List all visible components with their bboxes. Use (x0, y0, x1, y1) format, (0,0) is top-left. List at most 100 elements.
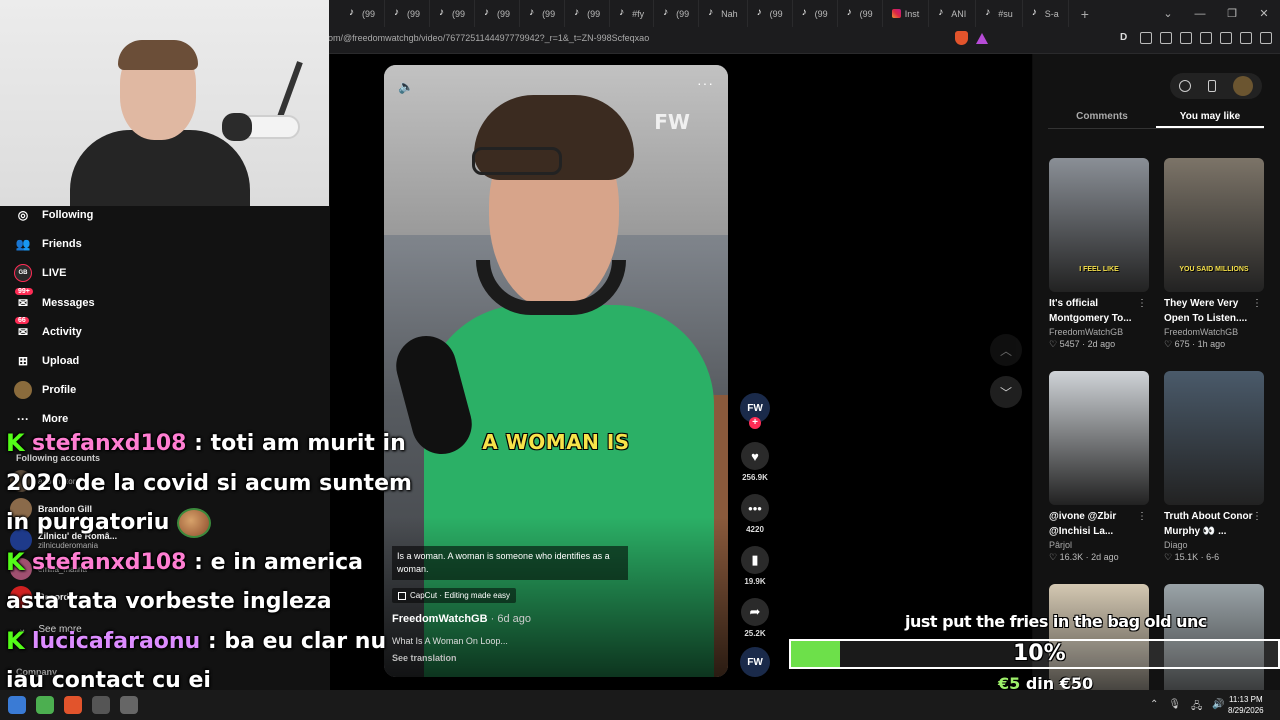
sound-avatar[interactable]: FW (740, 647, 770, 677)
browser-tab[interactable]: Nah (699, 0, 748, 27)
tab-comments[interactable]: Comments (1048, 105, 1156, 128)
browser-tab[interactable]: S-a (1023, 0, 1069, 27)
sidebar-icon[interactable] (1180, 32, 1192, 44)
brave-rewards-icon[interactable] (976, 32, 988, 44)
network-icon[interactable]: 🖧 (1191, 699, 1202, 716)
device-icon[interactable] (1207, 80, 1216, 92)
previous-video-button[interactable]: ︿ (990, 334, 1022, 366)
volume-tray-icon[interactable]: 🔊 (1212, 699, 1224, 716)
browser-tab[interactable]: Inst (883, 0, 930, 27)
bookmark-icon[interactable]: ▮ (741, 546, 769, 574)
chrome-icon[interactable] (36, 696, 54, 714)
share-arrow-icon[interactable]: ➦ (741, 598, 769, 626)
video-description[interactable]: What Is A Woman On Loop... (392, 636, 508, 646)
browser-tab[interactable]: ANI (929, 0, 977, 27)
minimize-icon[interactable]: — (1184, 8, 1216, 20)
comment-icon[interactable]: ••• (741, 494, 769, 522)
card-title[interactable]: Truth About Conor Murphy 👀 ... (1164, 509, 1264, 539)
card-title[interactable]: They Were Very Open To Listen.... (1164, 296, 1264, 326)
sidebar-item-friends[interactable]: 👥 Friends (14, 235, 82, 253)
browser-tab[interactable]: (99 (385, 0, 431, 27)
author-avatar-button[interactable]: FW + (738, 393, 772, 429)
url-field[interactable]: om/@freedomwatchgb/video/767725114449777… (328, 33, 649, 43)
browser-tab[interactable]: (99 (475, 0, 521, 27)
card-author[interactable]: Pârjol (1049, 540, 1149, 550)
card-author[interactable]: FreedomWatchGB (1164, 327, 1264, 337)
notification-badge: 66 (15, 317, 29, 324)
brave-icon[interactable] (64, 696, 82, 714)
card-title[interactable]: @ivone @Zbir @Inchisi La... (1049, 509, 1149, 539)
streamer-hair (118, 40, 198, 70)
card-author[interactable]: FreedomWatchGB (1049, 327, 1149, 337)
video-player[interactable]: 🔈 ··· FW A WOMAN IS Is a woman. A woman … (384, 65, 728, 677)
like-count: 256.9K (742, 473, 768, 482)
video-author[interactable]: FreedomWatchGB · 6d ago (392, 613, 531, 625)
taskbar-clock[interactable]: 11:13 PM 8/29/2026 (1228, 694, 1264, 716)
share-button[interactable]: ➦ 25.2K (738, 598, 772, 638)
sidebar-item-profile[interactable]: Profile (14, 381, 76, 399)
comment-button[interactable]: ••• 4220 (738, 494, 772, 534)
extensions-icon[interactable] (1140, 32, 1152, 44)
recommended-video-card[interactable]: @ivone @Zbir @Inchisi La... Pârjol ♡ 16.3K… (1049, 371, 1149, 563)
video-thumbnail[interactable] (1049, 371, 1149, 505)
author-name[interactable]: FreedomWatchGB (392, 613, 488, 625)
share-icon[interactable] (1160, 32, 1172, 44)
sidebar-item-messages[interactable]: ✉ 99+ Messages (14, 288, 95, 312)
like-button[interactable]: ♥ 256.9K (738, 442, 772, 482)
card-author[interactable]: Diago (1164, 540, 1264, 550)
card-more-icon[interactable]: ⋮ (1252, 298, 1262, 309)
recommended-video-card[interactable]: Truth About Conor Murphy 👀 ... Diago ♡ 15.… (1164, 371, 1264, 563)
thumbnail-caption: YOU SAID MILLIONS (1179, 266, 1249, 273)
user-avatar[interactable] (1233, 76, 1254, 96)
app-icon[interactable] (120, 696, 138, 714)
ai-icon[interactable] (1220, 32, 1232, 44)
browser-tab[interactable]: #fy (610, 0, 655, 27)
restore-icon[interactable]: ❐ (1216, 7, 1248, 20)
video-thumbnail[interactable] (1164, 371, 1264, 505)
new-tab-icon[interactable]: + (1069, 6, 1101, 22)
browser-tab[interactable]: (99 (748, 0, 793, 27)
sound-avatar-button[interactable]: FW (738, 647, 772, 677)
heart-icon[interactable]: ♥ (741, 442, 769, 470)
explorer-icon[interactable] (8, 696, 26, 714)
video-thumbnail[interactable]: I FEEL LIKE (1049, 158, 1149, 292)
follow-plus-icon[interactable]: + (749, 417, 761, 429)
browser-tab[interactable]: #su (976, 0, 1023, 27)
browser-tab[interactable]: (99 (430, 0, 476, 27)
close-icon[interactable]: ✕ (1248, 7, 1280, 20)
card-more-icon[interactable]: ⋮ (1137, 511, 1147, 522)
card-more-icon[interactable]: ⋮ (1252, 511, 1262, 522)
browser-tab[interactable]: (99 (340, 0, 386, 27)
recommended-video-card[interactable]: YOU SAID MILLIONS They Were Very Open To … (1164, 158, 1264, 350)
volume-icon[interactable]: 🔈 (398, 79, 414, 95)
notification-badge: 99+ (15, 288, 33, 295)
card-more-icon[interactable]: ⋮ (1137, 298, 1147, 309)
mic-tray-icon[interactable]: 🎙 (1168, 699, 1181, 716)
menu-icon[interactable] (1260, 32, 1272, 44)
sidebar-item-activity[interactable]: ✉ 66 Activity (14, 317, 82, 341)
vpn-icon[interactable] (1240, 32, 1252, 44)
save-button[interactable]: ▮ 19.9K (738, 546, 772, 586)
sidebar-item-live[interactable]: GB LIVE (14, 264, 66, 282)
browser-tab[interactable]: (99 (520, 0, 566, 27)
recommended-video-card[interactable]: I FEEL LIKE It's official Montgomery To..… (1049, 158, 1149, 350)
browser-tab[interactable]: (99 (565, 0, 611, 27)
sidebar-item-upload[interactable]: ⊞ Upload (14, 352, 79, 370)
next-video-button[interactable]: ﹀ (990, 376, 1022, 408)
tab-you-may-like[interactable]: You may like (1156, 105, 1264, 128)
browser-tab[interactable]: (99 (654, 0, 700, 27)
video-more-icon[interactable]: ··· (697, 75, 714, 91)
browser-tab[interactable]: (99 (793, 0, 838, 27)
tab-search-icon[interactable]: ⌄ (1152, 7, 1184, 20)
wallet-icon[interactable] (1200, 32, 1212, 44)
card-title[interactable]: It's official Montgomery To... (1049, 296, 1149, 326)
capcut-tag[interactable]: CapCut · Editing made easy (392, 588, 517, 603)
dev-icon[interactable]: D (1120, 32, 1132, 44)
tray-expand-icon[interactable]: ⌃ (1150, 699, 1158, 716)
video-thumbnail[interactable]: YOU SAID MILLIONS (1164, 158, 1264, 292)
obs-icon[interactable] (92, 696, 110, 714)
browser-tab[interactable]: (99 (838, 0, 883, 27)
brave-shield-icon[interactable] (955, 31, 968, 45)
coin-icon[interactable] (1178, 80, 1191, 92)
sidebar-item-following[interactable]: ◎ Following (14, 206, 94, 224)
